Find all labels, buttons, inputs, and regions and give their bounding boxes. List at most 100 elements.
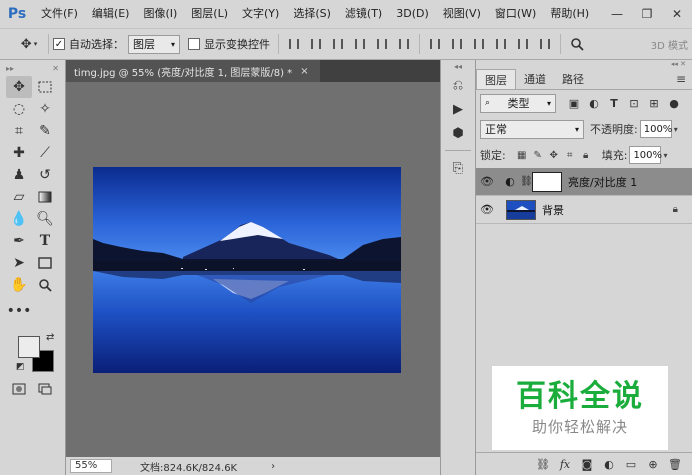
align-bottom-icon[interactable] — [327, 33, 349, 55]
layer-row-brightness-contrast[interactable]: 👁︎ ◐ ⛓︎ 亮度/对比度 1 — [476, 168, 692, 196]
align-right-icon[interactable] — [393, 33, 415, 55]
clone-stamp-tool-icon[interactable]: ♟ — [6, 164, 32, 186]
type-tool-icon[interactable]: T — [32, 230, 58, 252]
search-icon[interactable] — [565, 32, 589, 56]
show-transform-checkbox[interactable] — [188, 38, 200, 50]
filter-type-icon[interactable]: T — [604, 93, 624, 113]
fill-field[interactable]: 100% — [629, 146, 662, 164]
menu-edit[interactable]: 编辑(E) — [85, 0, 137, 28]
new-layer-icon[interactable]: ⊕ — [642, 454, 664, 474]
pen-tool-icon[interactable]: ✒ — [6, 230, 32, 252]
opacity-field[interactable]: 100% — [639, 120, 672, 138]
minimize-button[interactable]: — — [602, 0, 632, 28]
layer-filter-dropdown[interactable]: ⌕ 类型 ▾ — [480, 93, 556, 113]
quick-mask-icon[interactable] — [6, 378, 32, 400]
layer-name[interactable]: 背景 — [542, 202, 564, 218]
menu-select[interactable]: 选择(S) — [286, 0, 338, 28]
filter-smart-object-icon[interactable]: ⊞ — [644, 93, 664, 113]
chain-link-icon[interactable]: ⛓︎ — [520, 176, 533, 187]
lock-all-icon[interactable]: 🔒︎ — [578, 147, 594, 163]
healing-brush-tool-icon[interactable]: ✚ — [6, 142, 32, 164]
visibility-eye-icon[interactable]: 👁︎ — [476, 175, 498, 188]
brush-tool-icon[interactable]: ⟋ — [32, 142, 58, 164]
document-tab[interactable]: timg.jpg @ 55% (亮度/对比度 1, 图层蒙版/8) * × — [66, 60, 320, 82]
default-colors-icon[interactable]: ◩ — [16, 362, 25, 372]
link-layers-icon[interactable]: ⛓︎ — [532, 454, 554, 474]
move-tool-icon[interactable]: ✥ — [6, 76, 32, 98]
lasso-tool-icon[interactable]: ◌ — [6, 98, 32, 120]
hand-tool-icon[interactable]: ✋ — [6, 274, 32, 296]
lock-artboard-icon[interactable]: ⌗ — [562, 147, 578, 163]
3d-panel-icon[interactable]: ⬢ — [443, 122, 473, 144]
layer-name[interactable]: 亮度/对比度 1 — [568, 174, 637, 190]
auto-select-target-dropdown[interactable]: 图层 ▾ — [128, 34, 180, 54]
history-panel-icon[interactable]: ⎌ — [443, 74, 473, 96]
blur-tool-icon[interactable]: 💧 — [6, 208, 32, 230]
distribute-bottom-icon[interactable] — [468, 33, 490, 55]
eyedropper-tool-icon[interactable]: ✎ — [32, 120, 58, 142]
align-vcenter-icon[interactable] — [305, 33, 327, 55]
actions-panel-icon[interactable]: ▶ — [443, 98, 473, 120]
menu-view[interactable]: 视图(V) — [436, 0, 488, 28]
gradient-tool-icon[interactable] — [32, 186, 58, 208]
dodge-tool-icon[interactable]: 🔍︎ — [32, 208, 58, 230]
eraser-tool-icon[interactable]: ▱ — [6, 186, 32, 208]
align-hcenter-icon[interactable] — [371, 33, 393, 55]
menu-image[interactable]: 图像(I) — [136, 0, 184, 28]
screen-mode-icon[interactable] — [32, 378, 58, 400]
tab-layers[interactable]: 图层 — [476, 69, 516, 89]
new-adjustment-layer-icon[interactable]: ◐ — [598, 454, 620, 474]
menu-window[interactable]: 窗口(W) — [488, 0, 543, 28]
menu-layer[interactable]: 图层(L) — [184, 0, 235, 28]
layer-mask-thumbnail[interactable] — [532, 171, 562, 192]
zoom-tool-icon[interactable] — [32, 274, 58, 296]
menu-help[interactable]: 帮助(H) — [543, 0, 596, 28]
align-top-icon[interactable] — [283, 33, 305, 55]
panel-grip[interactable]: ◂◂ ✕ — [476, 60, 692, 68]
delete-layer-icon[interactable]: 🗑︎ — [664, 454, 686, 474]
filter-toggle-icon[interactable]: ● — [664, 93, 684, 113]
path-selection-tool-icon[interactable]: ➤ — [6, 252, 32, 274]
lock-image-icon[interactable]: ✎ — [530, 147, 546, 163]
visibility-eye-icon[interactable]: 👁︎ — [476, 203, 498, 216]
chevron-down-icon[interactable]: ▾ — [674, 125, 678, 134]
close-button[interactable]: ✕ — [662, 0, 692, 28]
move-tool-preset-icon[interactable]: ✥ ▾ — [14, 32, 44, 56]
marquee-tool-icon[interactable] — [32, 76, 58, 98]
properties-panel-icon[interactable]: ⎘ — [443, 157, 473, 179]
filter-shape-icon[interactable]: ⊡ — [624, 93, 644, 113]
layer-style-icon[interactable]: fx — [554, 454, 576, 474]
document-canvas[interactable] — [66, 82, 440, 457]
magic-wand-tool-icon[interactable]: ✧ — [32, 98, 58, 120]
status-menu-arrow[interactable]: › — [271, 461, 275, 472]
new-group-icon[interactable]: ▭ — [620, 454, 642, 474]
blend-mode-dropdown[interactable]: 正常 ▾ — [480, 119, 584, 139]
distribute-right-icon[interactable] — [534, 33, 556, 55]
restore-button[interactable]: ❐ — [632, 0, 662, 28]
rectangle-tool-icon[interactable] — [32, 252, 58, 274]
filter-pixel-icon[interactable]: ▣ — [564, 93, 584, 113]
distribute-left-icon[interactable] — [490, 33, 512, 55]
crop-tool-icon[interactable]: ⌗ — [6, 120, 32, 142]
close-tab-icon[interactable]: × — [300, 66, 308, 77]
menu-3d[interactable]: 3D(D) — [389, 0, 436, 28]
tab-channels[interactable]: 通道 — [516, 69, 554, 89]
menu-type[interactable]: 文字(Y) — [235, 0, 286, 28]
swap-colors-icon[interactable]: ⇄ — [46, 332, 54, 343]
history-brush-tool-icon[interactable]: ↺ — [32, 164, 58, 186]
panel-grip[interactable]: ◂◂ — [441, 60, 475, 72]
menu-file[interactable]: 文件(F) — [34, 0, 85, 28]
distribute-hcenter-icon[interactable] — [512, 33, 534, 55]
panel-menu-icon[interactable]: ≡ — [676, 72, 686, 86]
layer-row-background[interactable]: 👁︎ 背景 🔒︎ — [476, 196, 692, 224]
distribute-vcenter-icon[interactable] — [446, 33, 468, 55]
zoom-level-field[interactable]: 55% — [70, 459, 112, 473]
distribute-top-icon[interactable] — [424, 33, 446, 55]
menu-filter[interactable]: 滤镜(T) — [338, 0, 389, 28]
tab-paths[interactable]: 路径 — [554, 69, 592, 89]
panel-grip[interactable]: ▸▸ ✕ — [0, 60, 65, 76]
auto-select-checkbox[interactable]: ✓ — [53, 38, 65, 50]
filter-adjustment-icon[interactable]: ◐ — [584, 93, 604, 113]
lock-position-icon[interactable]: ✥ — [546, 147, 562, 163]
lock-transparent-icon[interactable]: ▦ — [514, 147, 530, 163]
